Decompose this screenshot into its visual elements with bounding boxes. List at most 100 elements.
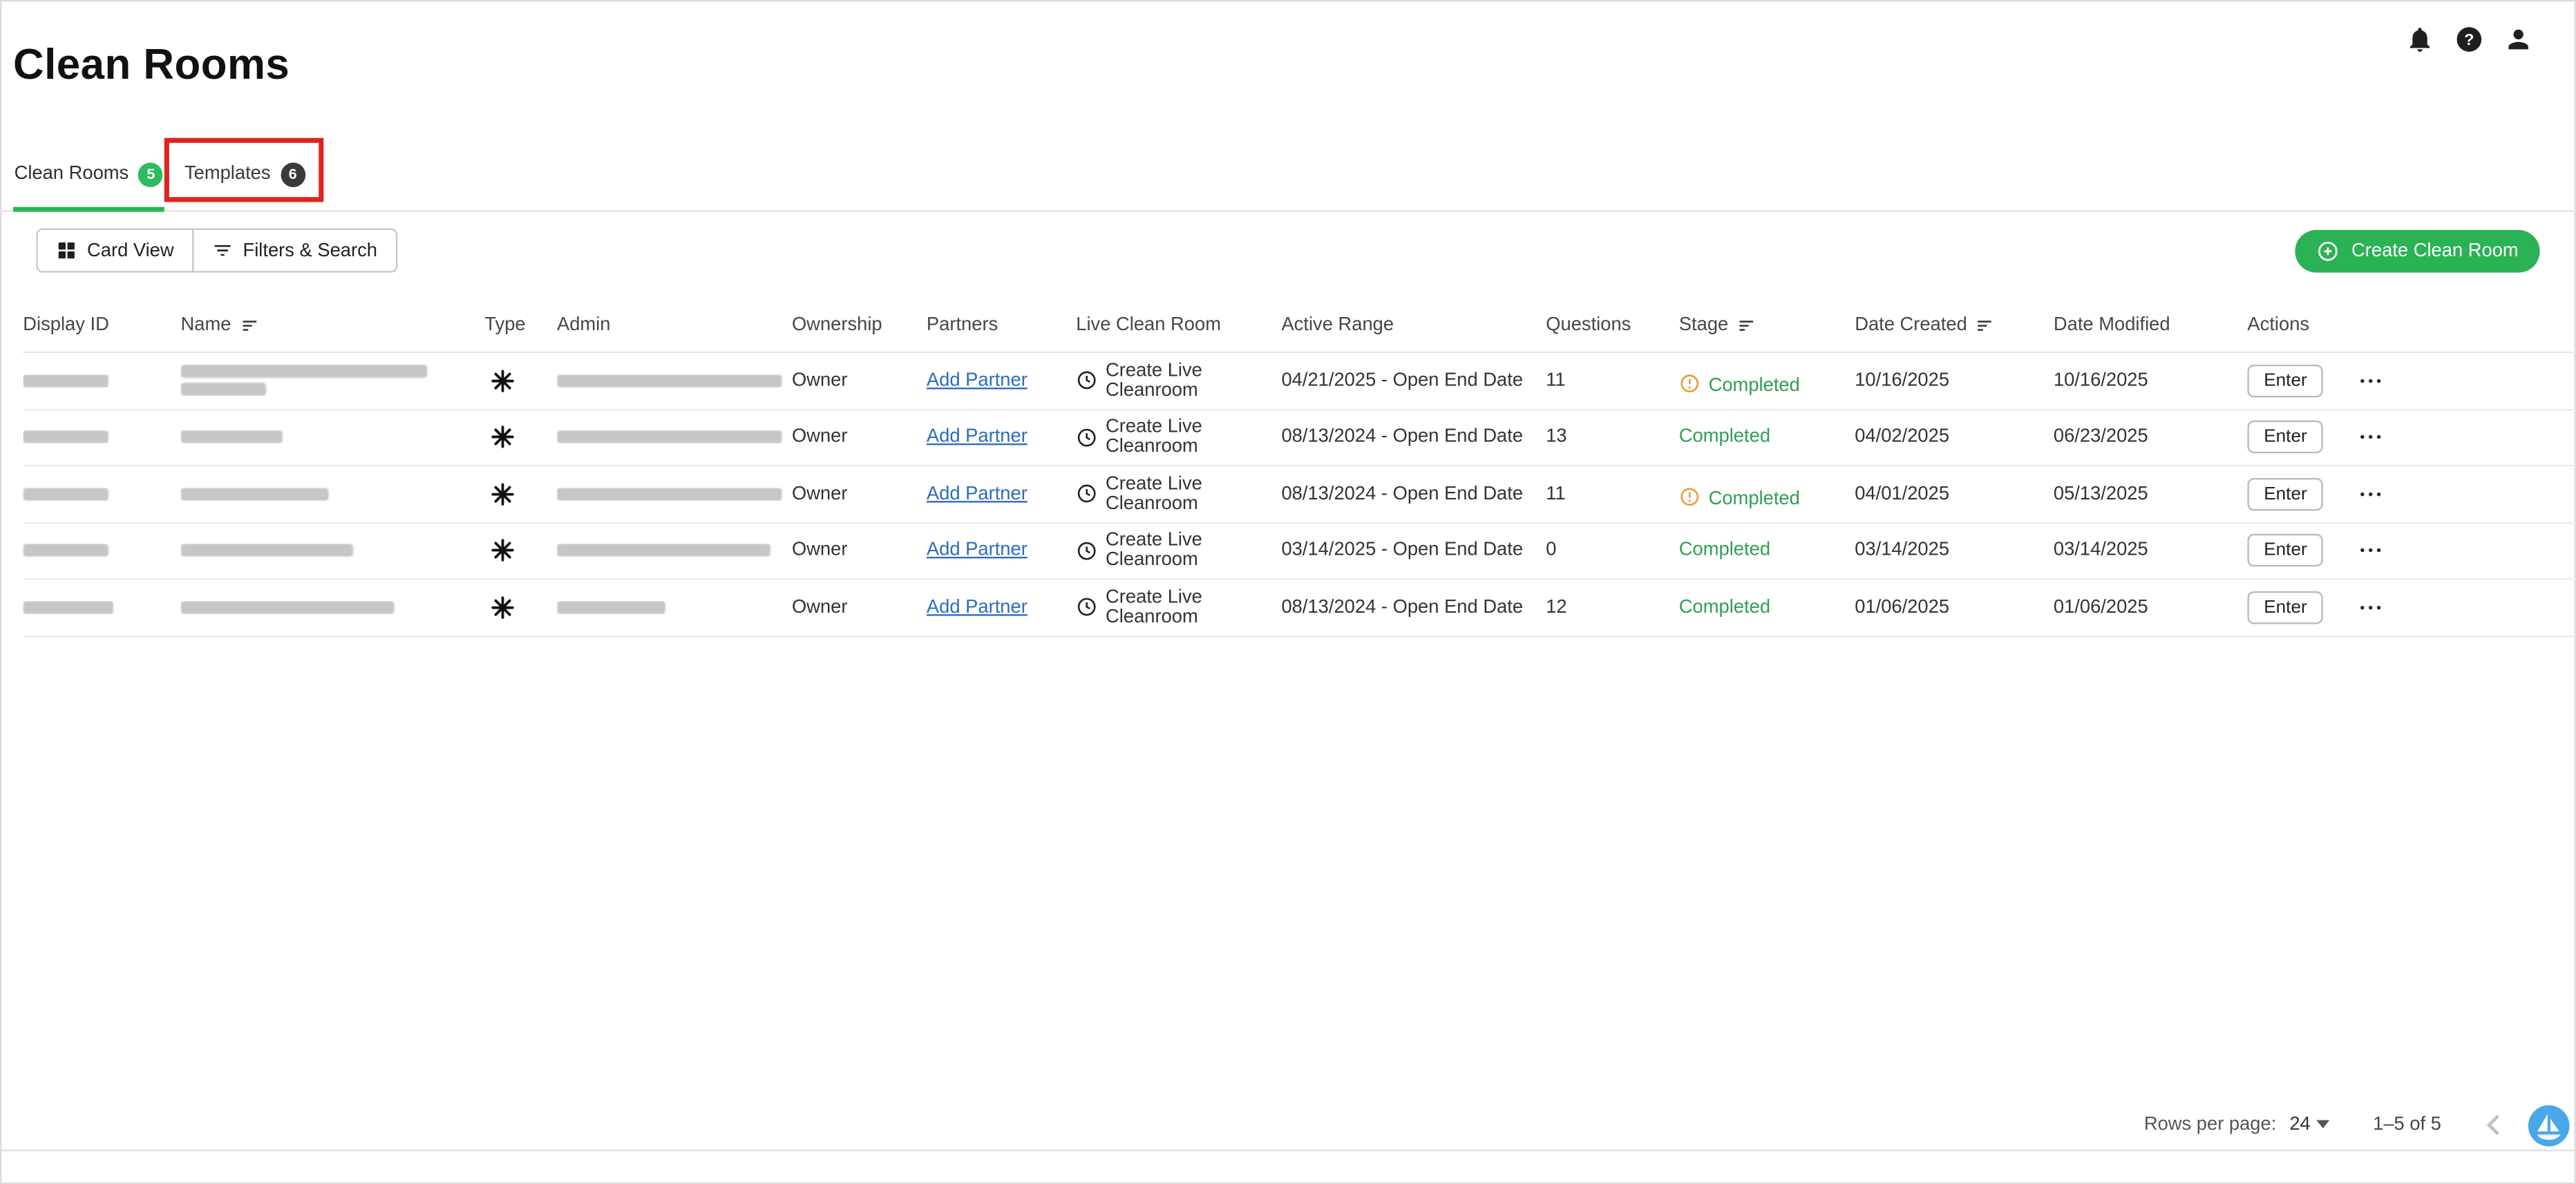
add-partner-link[interactable]: Add Partner	[927, 598, 1027, 618]
snowflake-icon	[489, 481, 515, 507]
date-modified-value: 01/06/2025	[2054, 598, 2248, 618]
clock-icon	[1076, 597, 1097, 618]
date-created-value: 04/01/2025	[1855, 484, 2054, 504]
col-date-modified: Date Modified	[2054, 315, 2248, 335]
enter-button[interactable]: Enter	[2247, 364, 2323, 397]
create-live-cleanroom-link[interactable]: Create Live Cleanroom	[1106, 531, 1271, 571]
create-live-cleanroom-link[interactable]: Create Live Cleanroom	[1106, 361, 1271, 400]
redacted-admin	[557, 601, 665, 614]
add-partner-link[interactable]: Add Partner	[927, 371, 1027, 391]
active-range-value: 08/13/2024 - Open End Date	[1281, 428, 1546, 448]
add-partner-link[interactable]: Add Partner	[927, 484, 1027, 504]
date-created-value: 03/14/2025	[1855, 541, 2054, 561]
tab-clean-rooms[interactable]: Clean Rooms 5	[13, 138, 164, 211]
rows-per-page-label: Rows per page:	[2144, 1114, 2277, 1134]
view-filter-group: Card View Filters & Search	[36, 228, 397, 272]
pagination: Rows per page: 24 1–5 of 5	[2144, 1102, 2510, 1146]
redacted-display-id	[23, 544, 108, 557]
help-icon[interactable]: ?	[2454, 25, 2484, 55]
redacted-display-id	[23, 601, 113, 614]
col-date-created: Date Created	[1855, 315, 2054, 335]
col-date-created-label: Date Created	[1855, 315, 1967, 335]
col-admin: Admin	[557, 315, 792, 335]
questions-value: 13	[1546, 428, 1679, 448]
table-row: Owner Add Partner Create Live Cleanroom …	[23, 466, 2576, 523]
ownership-value: Owner	[792, 598, 927, 618]
enter-button[interactable]: Enter	[2247, 591, 2323, 624]
tab-bar: Clean Rooms 5 Templates 6	[0, 138, 2576, 212]
enter-button[interactable]: Enter	[2247, 477, 2323, 510]
redacted-name	[181, 365, 428, 396]
date-modified-value: 10/16/2025	[2054, 371, 2248, 391]
table-header-row: Display ID Name Type Admin Ownership Par…	[23, 299, 2576, 353]
date-created-value: 01/06/2025	[1855, 598, 2054, 618]
col-active-range: Active Range	[1281, 315, 1546, 335]
clock-icon	[1076, 484, 1097, 505]
questions-value: 0	[1546, 541, 1679, 561]
clock-icon	[1076, 427, 1097, 448]
redacted-name	[181, 544, 354, 557]
active-range-value: 03/14/2025 - Open End Date	[1281, 541, 1546, 561]
stage-value: Completed	[1709, 376, 1800, 397]
card-view-button[interactable]: Card View	[36, 228, 193, 272]
active-range-value: 08/13/2024 - Open End Date	[1281, 484, 1546, 504]
notifications-bell-icon[interactable]	[2405, 25, 2435, 55]
tab-templates-label: Templates	[184, 164, 271, 184]
tab-templates[interactable]: Templates 6	[166, 138, 323, 211]
questions-value: 11	[1546, 484, 1679, 504]
clock-icon	[1076, 370, 1097, 392]
redacted-display-id	[23, 430, 108, 443]
row-more-icon[interactable]	[2358, 537, 2384, 564]
row-more-icon[interactable]	[2358, 594, 2384, 620]
plus-circle-icon	[2317, 239, 2340, 262]
svg-text:?: ?	[2464, 30, 2474, 48]
brand-logo[interactable]	[2527, 1104, 2571, 1148]
redacted-name	[181, 601, 395, 614]
col-name: Name	[181, 315, 485, 335]
enter-button[interactable]: Enter	[2247, 421, 2323, 454]
table-row: Owner Add Partner Create Live Cleanroom …	[23, 523, 2576, 580]
filters-search-button[interactable]: Filters & Search	[192, 228, 397, 272]
row-more-icon[interactable]	[2358, 367, 2384, 394]
stage-value: Completed	[1679, 541, 1770, 561]
row-more-icon[interactable]	[2358, 424, 2384, 450]
snowflake-icon	[489, 537, 515, 564]
date-created-value: 10/16/2025	[1855, 371, 2054, 391]
topbar-icons: ?	[2405, 25, 2533, 55]
ownership-value: Owner	[792, 541, 927, 561]
sort-icon[interactable]	[1736, 316, 1756, 334]
col-live-clean-room: Live Clean Room	[1076, 315, 1281, 335]
redacted-admin	[557, 430, 782, 443]
rows-per-page-select[interactable]: 24	[2289, 1114, 2330, 1134]
card-view-label: Card View	[87, 240, 174, 260]
snowflake-icon	[489, 367, 515, 394]
date-modified-value: 03/14/2025	[2054, 541, 2248, 561]
add-partner-link[interactable]: Add Partner	[927, 428, 1027, 448]
row-more-icon[interactable]	[2358, 481, 2384, 507]
ownership-value: Owner	[792, 371, 927, 391]
stage-value: Completed	[1679, 598, 1770, 618]
sort-icon[interactable]	[1976, 316, 1996, 334]
tab-clean-rooms-label: Clean Rooms	[15, 164, 129, 184]
ownership-value: Owner	[792, 484, 927, 504]
table-row: Owner Add Partner Create Live Cleanroom …	[23, 580, 2576, 636]
account-person-icon[interactable]	[2503, 25, 2533, 55]
topbar: Clean Rooms ?	[0, 0, 2576, 138]
stage-value: Completed	[1679, 428, 1770, 448]
col-partners: Partners	[927, 315, 1076, 335]
col-display-id: Display ID	[23, 315, 180, 335]
create-live-cleanroom-link[interactable]: Create Live Cleanroom	[1106, 475, 1271, 514]
create-clean-room-button[interactable]: Create Clean Room	[2295, 229, 2539, 272]
stage-value: Completed	[1709, 490, 1800, 510]
sort-icon[interactable]	[239, 316, 259, 334]
questions-value: 11	[1546, 371, 1679, 391]
table-row: Owner Add Partner Create Live Cleanroom …	[23, 353, 2576, 410]
prev-page-chevron-icon[interactable]	[2477, 1108, 2510, 1141]
create-live-cleanroom-link[interactable]: Create Live Cleanroom	[1106, 588, 1271, 627]
redacted-admin	[557, 544, 770, 557]
add-partner-link[interactable]: Add Partner	[927, 541, 1027, 561]
enter-button[interactable]: Enter	[2247, 534, 2323, 567]
snowflake-icon	[489, 594, 515, 620]
create-live-cleanroom-link[interactable]: Create Live Cleanroom	[1106, 417, 1271, 457]
col-actions: Actions	[2247, 315, 2576, 335]
